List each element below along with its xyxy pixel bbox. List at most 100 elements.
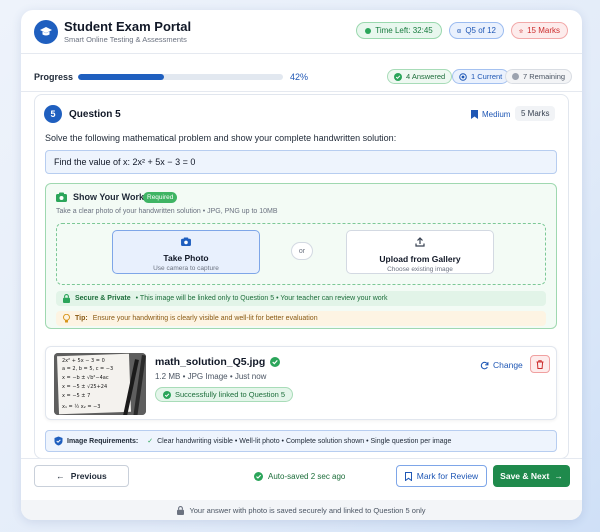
marks-text: 15 Marks bbox=[527, 26, 560, 35]
current-count: 1 Current bbox=[471, 72, 503, 81]
remaining-count: 7 Remaining bbox=[523, 72, 566, 81]
question-marks-badge: 5 Marks bbox=[515, 106, 556, 121]
upload-icon bbox=[415, 237, 425, 247]
camera-icon bbox=[181, 237, 191, 246]
arrow-left-icon: ← bbox=[56, 471, 65, 481]
timer-text: Time Left: 32:45 bbox=[375, 26, 433, 35]
file-meta: 1.2 MB • JPG Image • Just now bbox=[155, 372, 267, 381]
show-work-section: Show Your Work Required Take a clear pho… bbox=[45, 183, 557, 329]
thumbnail-line: x₁ = ½ x₂ = −3 bbox=[62, 403, 100, 410]
app-title: Student Exam Portal bbox=[64, 19, 192, 34]
required-badge: Required bbox=[143, 192, 178, 203]
question-number: 5 bbox=[44, 105, 62, 123]
secure-title: Secure & Private bbox=[75, 295, 131, 302]
answered-count: 4 Answered bbox=[406, 72, 446, 81]
tip-notice: Tip: Ensure your handwriting is clearly … bbox=[56, 311, 546, 326]
question-instruction: Solve the following mathematical problem… bbox=[45, 133, 397, 143]
refresh-icon bbox=[480, 361, 489, 369]
status-dot-icon bbox=[365, 27, 372, 34]
camera-icon bbox=[56, 192, 67, 202]
change-photo-button[interactable]: Change bbox=[480, 360, 523, 370]
question-position-text: Q5 of 12 bbox=[465, 26, 496, 35]
target-icon bbox=[457, 28, 462, 33]
thumbnail-line: x = −b ± √b²−4ac bbox=[62, 375, 109, 381]
question-position-badge: Q5 of 12 bbox=[449, 22, 504, 39]
mark-for-review-button[interactable]: Mark for Review bbox=[396, 465, 487, 487]
remaining-count-badge: 7 Remaining bbox=[505, 69, 573, 84]
marks-badge: 15 Marks bbox=[511, 22, 568, 39]
change-photo-label: Change bbox=[493, 360, 523, 370]
question-title: Question 5 bbox=[69, 109, 121, 120]
previous-button[interactable]: ← Previous bbox=[34, 465, 129, 487]
upload-gallery-sublabel: Choose existing image bbox=[387, 266, 453, 273]
thumbnail-line: a = 2, b = 5, c = −3 bbox=[62, 366, 113, 372]
image-requirements: Image Requirements: ✓ Clear handwriting … bbox=[45, 430, 557, 452]
star-icon bbox=[519, 28, 524, 33]
answered-count-badge: 4 Answered bbox=[387, 69, 453, 84]
progress-bar-fill bbox=[78, 74, 165, 80]
mark-for-review-label: Mark for Review bbox=[416, 471, 479, 481]
question-panel: 5 Question 5 Medium 5 Marks Solve the fo… bbox=[34, 94, 569, 459]
current-count-badge: 1 Current bbox=[452, 69, 510, 84]
current-dot-icon bbox=[459, 72, 467, 81]
remaining-dot-icon bbox=[512, 73, 519, 80]
difficulty-text: Medium bbox=[482, 110, 511, 119]
thumbnail-line: 2x² + 5x − 3 = 0 bbox=[62, 358, 105, 364]
progress-label: Progress bbox=[34, 72, 74, 82]
upload-gallery-label: Upload from Gallery bbox=[379, 254, 461, 264]
or-divider: or bbox=[291, 242, 313, 260]
lightbulb-icon bbox=[63, 314, 70, 323]
app-subtitle: Smart Online Testing & Assessments bbox=[64, 35, 187, 44]
image-requirements-title: Image Requirements: bbox=[67, 437, 139, 445]
take-photo-sublabel: Use camera to capture bbox=[153, 265, 219, 272]
security-footer-text: Your answer with photo is saved securely… bbox=[189, 505, 426, 515]
save-next-button[interactable]: Save & Next → bbox=[493, 465, 570, 487]
problem-statement: Find the value of x: 2x² + 5x − 3 = 0 bbox=[45, 150, 557, 174]
progress-percent: 42% bbox=[290, 72, 309, 82]
check-circle-icon bbox=[394, 72, 402, 81]
difficulty-badge: Medium bbox=[471, 110, 510, 119]
check-circle-icon bbox=[163, 390, 171, 399]
upload-dropzone[interactable]: Take Photo Use camera to capture or Uplo… bbox=[56, 223, 546, 285]
bookmark-icon bbox=[471, 110, 478, 119]
autosave-text: Auto-saved 2 sec ago bbox=[268, 472, 346, 481]
solution-photo-thumbnail[interactable]: 2x² + 5x − 3 = 0 a = 2, b = 5, c = −3 x … bbox=[54, 353, 146, 415]
lock-icon bbox=[63, 294, 70, 303]
arrow-right-icon: → bbox=[554, 471, 563, 481]
delete-photo-button[interactable] bbox=[530, 355, 550, 373]
check-icon: ✓ bbox=[147, 438, 154, 445]
thumbnail-line: x = −5 ± √25+24 bbox=[62, 384, 107, 390]
progress-row: Progress 42% 4 Answered 1 Current 7 Rema… bbox=[21, 58, 582, 92]
show-work-title: Show Your Work bbox=[73, 192, 145, 202]
bookmark-icon bbox=[404, 471, 412, 481]
secure-notice: Secure & Private • This image will be li… bbox=[56, 291, 546, 306]
handwritten-page-image: 2x² + 5x − 3 = 0 a = 2, b = 5, c = −3 x … bbox=[54, 353, 146, 415]
upload-gallery-button[interactable]: Upload from Gallery Choose existing imag… bbox=[346, 230, 494, 274]
security-footer-note: Your answer with photo is saved securely… bbox=[21, 500, 582, 520]
take-photo-label: Take Photo bbox=[163, 253, 209, 263]
verified-check-icon bbox=[270, 357, 281, 367]
shield-icon bbox=[54, 436, 63, 446]
timer-badge: Time Left: 32:45 bbox=[356, 22, 442, 39]
file-name-text: math_solution_Q5.jpg bbox=[155, 356, 266, 368]
image-requirements-list: Clear handwriting visible • Well-lit pho… bbox=[157, 437, 452, 445]
linked-status-text: Successfully linked to Question 5 bbox=[175, 390, 286, 399]
portal-header: Student Exam Portal Smart Online Testing… bbox=[21, 10, 582, 54]
previous-label: Previous bbox=[70, 471, 107, 481]
show-work-hint: Take a clear photo of your handwritten s… bbox=[56, 208, 278, 215]
save-next-label: Save & Next bbox=[500, 471, 550, 481]
autosave-status: Auto-saved 2 sec ago bbox=[254, 472, 345, 481]
thumbnail-line: x = −5 ± 7 bbox=[62, 393, 90, 399]
trash-icon bbox=[536, 359, 544, 369]
graduation-cap-icon bbox=[34, 20, 58, 44]
check-circle-icon bbox=[254, 472, 263, 481]
progress-bar bbox=[78, 74, 283, 80]
uploaded-file-card: 2x² + 5x − 3 = 0 a = 2, b = 5, c = −3 x … bbox=[45, 346, 557, 420]
exam-card: Student Exam Portal Smart Online Testing… bbox=[21, 10, 582, 520]
tip-text: Ensure your handwriting is clearly visib… bbox=[92, 315, 318, 322]
file-name: math_solution_Q5.jpg bbox=[155, 356, 281, 368]
take-photo-button[interactable]: Take Photo Use camera to capture bbox=[112, 230, 260, 274]
lock-icon bbox=[177, 505, 185, 515]
linked-status-badge: Successfully linked to Question 5 bbox=[155, 387, 294, 402]
tip-title: Tip: bbox=[75, 315, 88, 322]
